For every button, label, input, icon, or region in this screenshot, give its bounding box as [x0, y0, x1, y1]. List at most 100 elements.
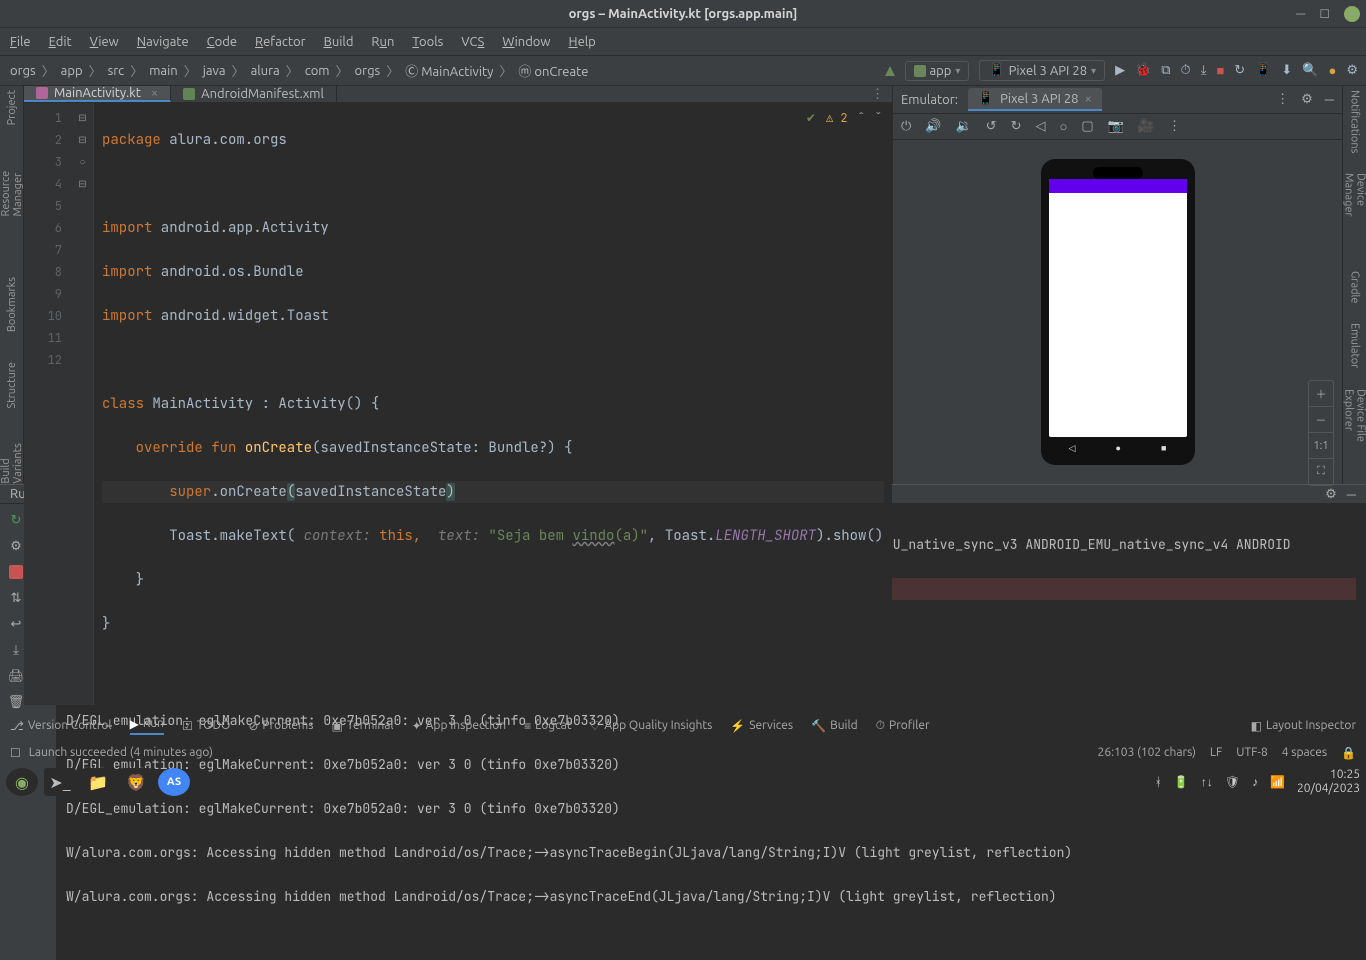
settings-icon[interactable]: ⚙: [1346, 63, 1358, 78]
problems-tool[interactable]: ⊘ Problems: [248, 719, 313, 733]
todo-tool[interactable]: ☑ TODO: [182, 719, 230, 733]
logcat-tool[interactable]: ≡ Logcat: [524, 719, 571, 733]
menu-vcs[interactable]: VCS: [461, 35, 484, 49]
avd-icon[interactable]: 📱: [1255, 63, 1271, 78]
screenshot-icon[interactable]: 📷: [1108, 119, 1124, 134]
structure-tool[interactable]: Structure: [6, 362, 18, 409]
zoom-reset-button[interactable]: ⛶: [1309, 459, 1333, 485]
menu-build[interactable]: Build: [324, 35, 354, 49]
emulator-tool[interactable]: Emulator: [1349, 323, 1361, 368]
crumb[interactable]: Ⓒ MainActivity: [403, 59, 495, 82]
menu-view[interactable]: View: [90, 35, 119, 49]
zoom-in-button[interactable]: ＋: [1309, 381, 1333, 407]
sync-icon[interactable]: ↻: [1234, 63, 1245, 78]
editor-body[interactable]: 123456789101112 ⊟⊟○⊟ package alura.com.o…: [24, 103, 892, 705]
sdk-icon[interactable]: ⬇: [1281, 63, 1292, 78]
run-tool[interactable]: ▶ Run: [130, 717, 164, 735]
editor-more-icon[interactable]: ⋮: [863, 86, 892, 102]
power-icon[interactable]: ⏻: [901, 119, 911, 134]
zoom-fit-button[interactable]: 1:1: [1309, 433, 1333, 459]
menu-code[interactable]: Code: [207, 35, 237, 49]
menu-help[interactable]: Help: [569, 35, 596, 49]
emulator-device-tab[interactable]: 📱Pixel 3 API 28×: [968, 88, 1102, 111]
inspection-widget[interactable]: ✔⚠ 2ˆˇ: [806, 107, 882, 129]
print-icon[interactable]: 🖨: [6, 666, 26, 686]
bookmarks-tool[interactable]: Bookmarks: [6, 277, 18, 332]
crumb[interactable]: ⓜ onCreate: [516, 59, 590, 82]
crumb[interactable]: orgs: [8, 62, 38, 80]
network-icon[interactable]: ↑↓: [1201, 775, 1213, 789]
build-variants-tool[interactable]: Build Variants: [0, 438, 24, 484]
run-icon[interactable]: ▶: [1115, 63, 1125, 78]
project-tool[interactable]: Project: [6, 90, 18, 125]
crumb[interactable]: app: [59, 62, 85, 80]
tab-manifest[interactable]: AndroidManifest.xml: [171, 86, 337, 102]
emulated-device[interactable]: ◁●■: [1041, 159, 1195, 465]
crumb[interactable]: main: [147, 62, 179, 80]
volume-down-icon[interactable]: 🔉: [955, 119, 971, 134]
rotate-right-icon[interactable]: ↻: [1011, 119, 1022, 134]
line-ending[interactable]: LF: [1210, 746, 1222, 759]
debug-icon[interactable]: 🐞: [1135, 63, 1151, 78]
emulator-gear-icon[interactable]: ⚙: [1301, 92, 1313, 107]
rotate-left-icon[interactable]: ↺: [986, 119, 997, 134]
attach-debugger-icon[interactable]: ⤓: [1201, 63, 1207, 78]
clear-icon[interactable]: 🗑: [6, 692, 26, 712]
updates-tray-icon[interactable]: 🛡: [1225, 775, 1240, 789]
volume-up-icon[interactable]: 🔊: [925, 119, 941, 134]
android-studio-icon[interactable]: AS: [158, 768, 190, 796]
device-selector[interactable]: 📱Pixel 3 API 28▾: [979, 60, 1105, 81]
overview-icon[interactable]: ▢: [1081, 119, 1093, 134]
tab-mainactivity[interactable]: MainActivity.kt×: [24, 86, 171, 102]
menu-refactor[interactable]: Refactor: [255, 35, 306, 49]
maximize-button[interactable]: ◻: [1319, 6, 1330, 21]
scroll-end-icon[interactable]: ⤓: [6, 640, 26, 660]
search-icon[interactable]: 🔍: [1302, 63, 1318, 78]
vcs-tool[interactable]: ⎇ Version Control: [10, 719, 112, 733]
record-icon[interactable]: 🎥: [1138, 119, 1154, 134]
layout-icon[interactable]: ⇅: [6, 588, 26, 608]
crumb[interactable]: java: [201, 62, 228, 80]
sound-tray-icon[interactable]: ♪: [1252, 775, 1258, 789]
crumb[interactable]: com: [303, 62, 332, 80]
clock[interactable]: 10:25 20/04/2023: [1297, 768, 1360, 796]
indent[interactable]: 4 spaces: [1282, 746, 1327, 759]
stop-icon[interactable]: ■: [1216, 63, 1224, 78]
app-inspection-tool[interactable]: ✦ App Inspection: [412, 719, 507, 733]
stop-run-icon[interactable]: [6, 562, 26, 582]
emulator-more-icon[interactable]: ⋮: [1276, 92, 1289, 107]
home-icon[interactable]: ○: [1059, 119, 1067, 134]
brave-app-icon[interactable]: 🦁: [120, 768, 152, 796]
close-button[interactable]: ×: [1344, 6, 1360, 22]
crumb[interactable]: orgs: [353, 62, 383, 80]
files-app-icon[interactable]: 📁: [82, 768, 114, 796]
menu-run[interactable]: Run: [371, 35, 394, 49]
rerun-icon[interactable]: ↻: [6, 510, 26, 530]
emulator-hide-icon[interactable]: ─: [1325, 92, 1334, 107]
extended-controls-icon[interactable]: ⋮: [1168, 119, 1181, 134]
start-menu-icon[interactable]: ◉: [6, 768, 38, 796]
minimize-button[interactable]: ─: [1296, 6, 1305, 21]
run-gear-icon[interactable]: ⚙: [1325, 487, 1337, 502]
menu-navigate[interactable]: Navigate: [137, 35, 189, 49]
run-hide-icon[interactable]: ─: [1347, 487, 1356, 502]
notifications-tool[interactable]: Notifications: [1349, 90, 1361, 153]
build-icon[interactable]: [885, 66, 895, 76]
wifi-icon[interactable]: 📶: [1270, 775, 1285, 789]
layout-inspector-tool[interactable]: ◧ Layout Inspector: [1251, 719, 1356, 733]
zoom-out-button[interactable]: －: [1309, 407, 1333, 433]
soft-wrap-icon[interactable]: ↩: [6, 614, 26, 634]
crumb[interactable]: src: [106, 62, 127, 80]
code-area[interactable]: package alura.com.orgs import android.ap…: [94, 103, 892, 705]
menu-tools[interactable]: Tools: [412, 35, 443, 49]
readonly-icon[interactable]: 🔒: [1341, 746, 1356, 760]
coverage-icon[interactable]: ⧉: [1161, 63, 1170, 78]
encoding[interactable]: UTF-8: [1236, 746, 1267, 759]
profiler-tool[interactable]: ⏱ Profiler: [876, 719, 930, 733]
menu-window[interactable]: Window: [502, 35, 550, 49]
filter-icon[interactable]: ⚙: [6, 536, 26, 556]
resource-manager-tool[interactable]: Resource Manager: [0, 155, 24, 217]
quality-tool[interactable]: ♡ App Quality Insights: [590, 719, 713, 733]
crumb[interactable]: alura: [249, 62, 282, 80]
gradle-tool[interactable]: Gradle: [1349, 271, 1361, 304]
